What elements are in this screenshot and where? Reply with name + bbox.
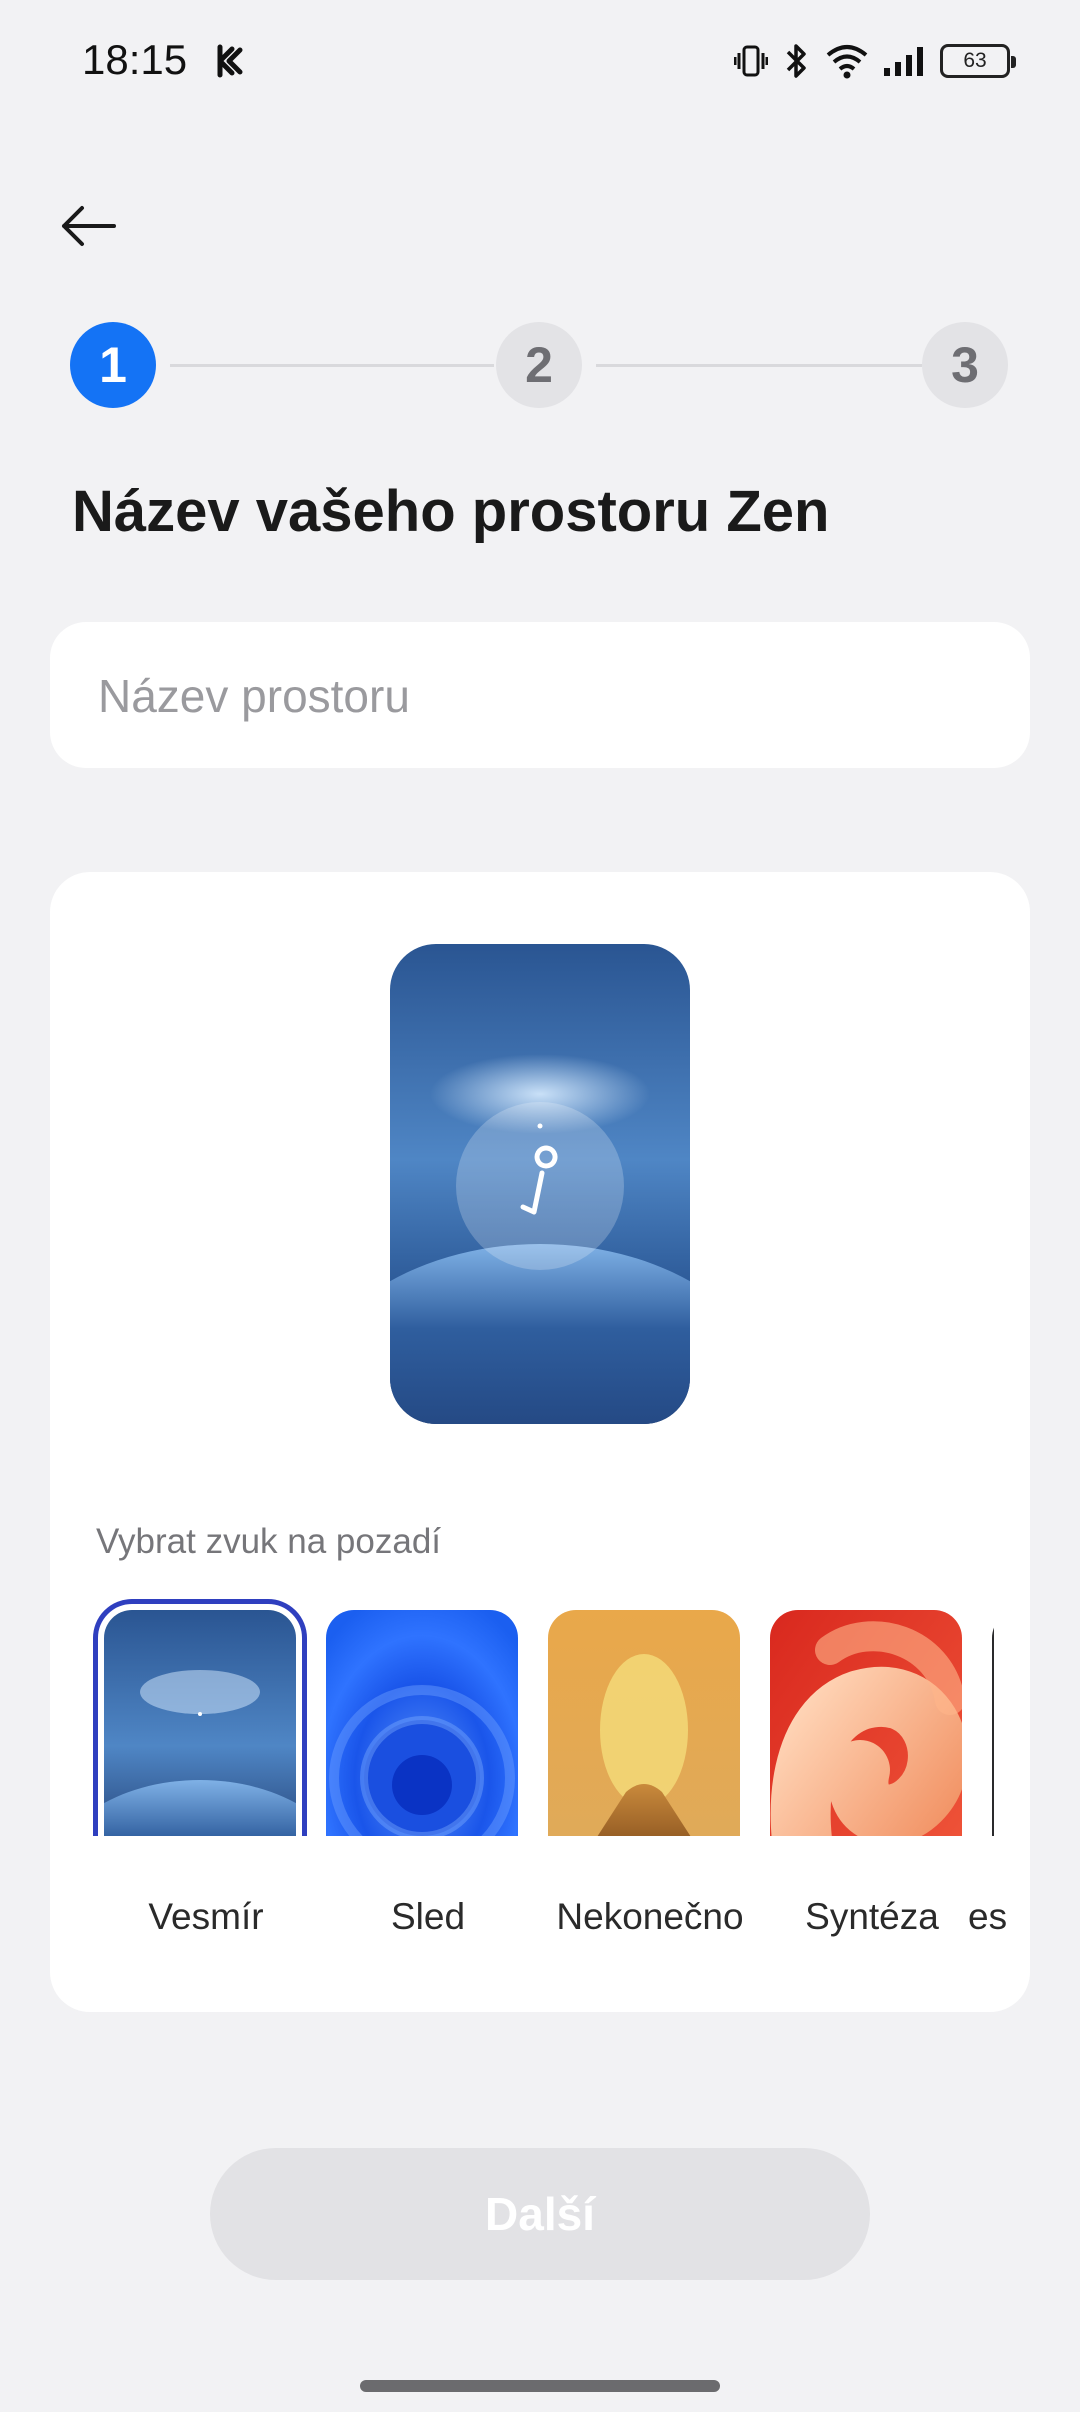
step-connector — [596, 364, 922, 367]
sound-option-nekonecno[interactable] — [548, 1610, 740, 1836]
next-button[interactable]: Další — [210, 2148, 870, 2280]
sled-thumbnail — [326, 1610, 518, 1836]
step-connector — [170, 364, 494, 367]
step-3: 3 — [922, 322, 1008, 408]
background-preview — [390, 944, 690, 1424]
preview-image — [390, 944, 690, 1424]
signal-icon — [884, 47, 923, 76]
space-name-input[interactable] — [96, 622, 990, 770]
sound-option-label: es — [968, 1896, 1008, 1937]
step-1: 1 — [70, 322, 156, 408]
bluetooth-icon — [786, 44, 806, 78]
back-button[interactable] — [52, 190, 124, 262]
back-arrow-icon — [62, 206, 116, 246]
sound-option-sled[interactable] — [326, 1610, 518, 1836]
wifi-icon — [826, 45, 868, 79]
status-bar: 18:15 63 — [0, 0, 1080, 125]
sound-option-label: Syntéza — [805, 1896, 939, 1937]
nekonecno-thumbnail — [548, 1610, 740, 1836]
page-title: Název vašeho prostoru Zen — [72, 479, 830, 544]
battery-icon: 63 — [940, 44, 1016, 78]
sound-card: Vybrat zvuk na pozadí Vesmír Sled Nekone… — [50, 872, 1030, 2012]
sound-option-vesmir[interactable] — [93, 1599, 307, 1836]
sound-option-5[interactable] — [992, 1610, 994, 1836]
sound-option-label: Nekonečno — [556, 1896, 744, 1937]
sound-option-synteza[interactable] — [770, 1610, 962, 1836]
sound-options — [88, 1596, 994, 1836]
sound-option-label: Vesmír — [148, 1896, 264, 1937]
status-time: 18:15 — [82, 36, 188, 83]
battery-level: 63 — [963, 49, 987, 72]
home-indicator[interactable] — [360, 2380, 720, 2392]
progress-stepper: 1 2 3 — [70, 322, 1008, 408]
vesmir-thumbnail — [104, 1610, 296, 1836]
status-icons: 63 — [734, 38, 1016, 84]
vibrate-icon — [734, 45, 768, 77]
sound-option-label: Sled — [390, 1896, 466, 1937]
synteza-thumbnail — [770, 1610, 962, 1836]
app-notification-icon — [217, 44, 243, 78]
step-2: 2 — [496, 322, 582, 408]
space-name-field[interactable] — [50, 622, 1030, 770]
sound-section-label: Vybrat zvuk na pozadí — [96, 1522, 442, 1561]
